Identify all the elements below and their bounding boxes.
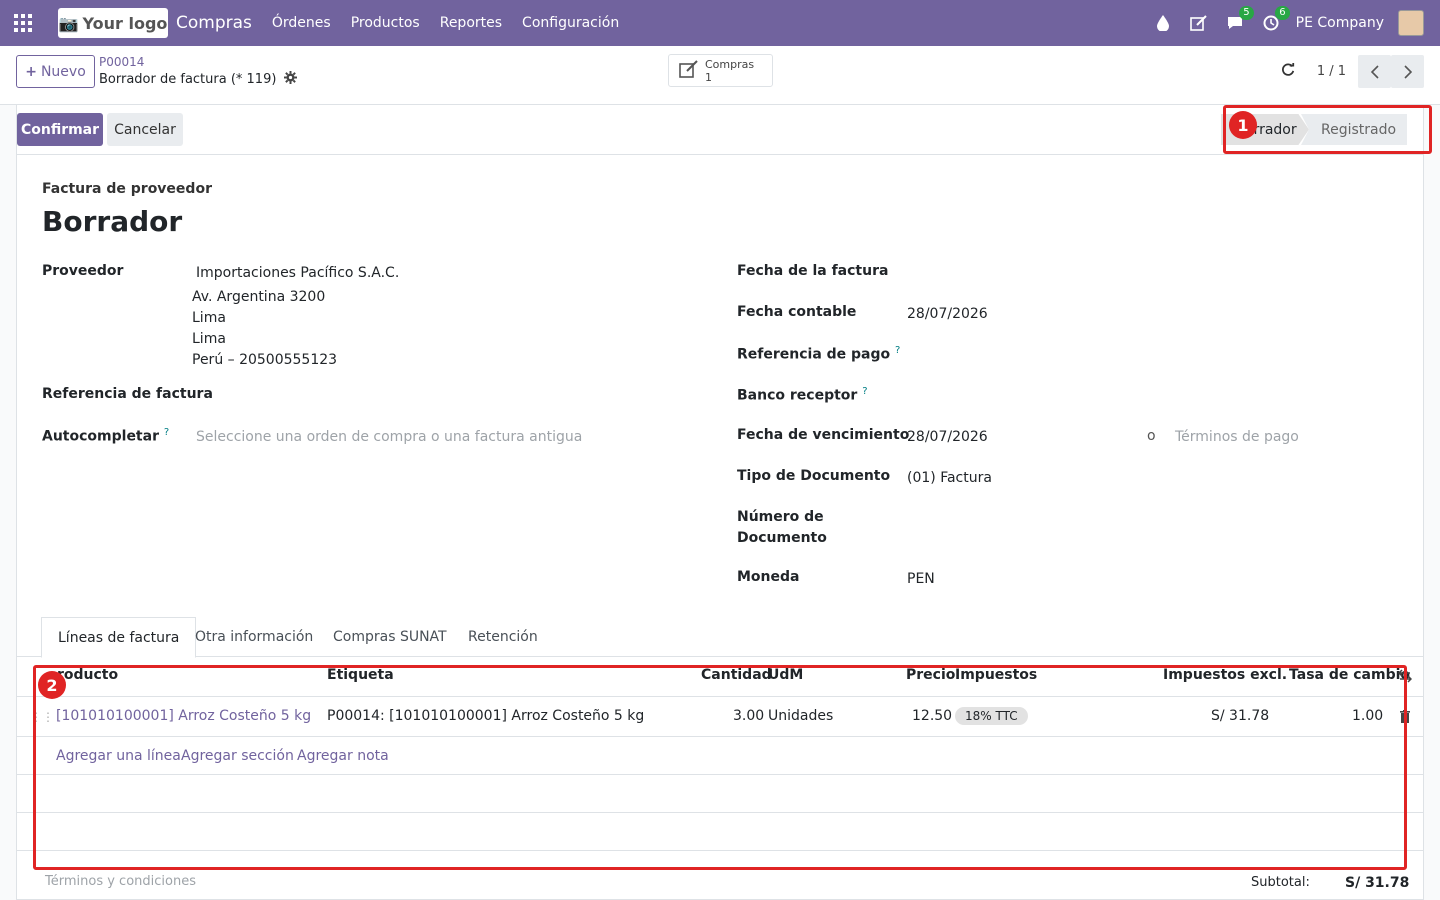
invoice-ref-label: Referencia de factura	[42, 386, 213, 402]
notebook-tabs: Líneas de factura Otra información Compr…	[17, 617, 1423, 658]
payment-terms-field[interactable]: Términos de pago	[1175, 429, 1299, 445]
invoice-date-label: Fecha de la factura	[737, 263, 889, 279]
smart-button-count: 1	[705, 70, 712, 84]
breadcrumb-parent[interactable]: P00014	[99, 55, 144, 69]
annotation-marker-2: 2	[38, 671, 66, 699]
payment-ref-label: Referencia de pago ?	[737, 345, 900, 363]
new-button[interactable]: + Nuevo	[16, 55, 95, 88]
vendor-field[interactable]: Importaciones Pacífico S.A.C.	[196, 265, 399, 281]
plus-icon: +	[25, 63, 37, 80]
autocomplete-field[interactable]: Seleccione una orden de compra o una fac…	[196, 429, 582, 445]
document-number-label: Número de	[737, 509, 824, 525]
chevron-right-icon	[1403, 64, 1412, 79]
vendor-label: Proveedor	[42, 263, 124, 279]
accounting-date-label: Fecha contable	[737, 304, 857, 320]
payment-ref-label-text: Referencia de pago	[737, 346, 891, 363]
tab-invoice-lines[interactable]: Líneas de factura	[41, 617, 197, 658]
smart-button-label: Compras	[705, 57, 755, 71]
accounting-date-field[interactable]: 28/07/2026	[907, 306, 988, 322]
company-switcher[interactable]: PE Company	[1296, 15, 1384, 31]
due-date-label: Fecha de vencimiento	[737, 427, 910, 443]
edit-document-icon	[679, 59, 699, 82]
vendor-address-line: Av. Argentina 3200	[192, 289, 326, 305]
document-number-label-2: Documento	[737, 530, 827, 546]
tab-other-info[interactable]: Otra información	[179, 617, 329, 657]
confirm-button[interactable]: Confirmar	[17, 113, 103, 146]
control-panel: + Nuevo P00014 Borrador de factura (* 11…	[0, 46, 1440, 105]
edit-icon[interactable]	[1188, 12, 1210, 34]
help-tooltip-icon[interactable]: ?	[862, 386, 867, 397]
vendor-address-line: Lima	[192, 331, 226, 347]
menu-ordenes[interactable]: Órdenes	[262, 15, 341, 31]
status-bar: Confirmar Cancelar orrador Registrado	[16, 105, 1424, 155]
menu-reportes[interactable]: Reportes	[430, 15, 512, 31]
subtotal-label: Subtotal:	[1251, 875, 1310, 890]
user-avatar[interactable]	[1398, 10, 1424, 36]
company-logo[interactable]: 📷 Your logo	[58, 8, 168, 38]
apps-menu-icon[interactable]	[0, 0, 46, 46]
autocomplete-label: Autocompletar ?	[42, 427, 169, 445]
chevron-left-icon	[1370, 64, 1379, 79]
activity-badge: 6	[1275, 6, 1290, 20]
autocomplete-label-text: Autocompletar	[42, 428, 159, 445]
chat-icon[interactable]: 5	[1224, 6, 1254, 34]
menu-configuracion[interactable]: Configuración	[512, 15, 629, 31]
annotation-marker-1: 1	[1229, 111, 1257, 139]
chat-badge: 5	[1239, 6, 1254, 20]
refresh-icon[interactable]	[1281, 62, 1295, 81]
bank-label: Banco receptor ?	[737, 386, 868, 404]
cancel-button[interactable]: Cancelar	[107, 113, 183, 146]
page-title: Borrador	[42, 205, 183, 238]
systray: 5 6 PE Company	[1152, 0, 1424, 46]
tab-retencion[interactable]: Retención	[452, 617, 554, 657]
activity-clock-icon[interactable]: 6	[1260, 6, 1290, 34]
logo-text: Your logo	[82, 13, 168, 33]
app-name[interactable]: Compras	[176, 13, 252, 33]
tab-compras-sunat[interactable]: Compras SUNAT	[317, 617, 463, 657]
menu-productos[interactable]: Productos	[341, 15, 430, 31]
top-navbar: 📷 Your logo Compras Órdenes Productos Re…	[0, 0, 1440, 46]
main-menu: Órdenes Productos Reportes Configuración	[262, 15, 629, 31]
document-type-field-label: Tipo de Documento	[737, 468, 891, 484]
pager-previous-button[interactable]	[1358, 55, 1391, 88]
currency-field[interactable]: PEN	[907, 571, 935, 587]
document-type-field[interactable]: (01) Factura	[907, 470, 992, 486]
pager-next-button[interactable]	[1391, 55, 1424, 88]
annotation-box-2	[33, 665, 1407, 870]
vendor-address-line: Lima	[192, 310, 226, 326]
currency-label: Moneda	[737, 569, 800, 585]
new-button-label: Nuevo	[40, 63, 86, 80]
breadcrumb-current: Borrador de factura (* 119)	[99, 71, 298, 88]
vendor-address-line: Perú – 20500555123	[192, 352, 338, 368]
bank-label-text: Banco receptor	[737, 387, 858, 404]
terms-conditions-field[interactable]: Términos y condiciones	[45, 874, 196, 889]
camera-icon: 📷	[58, 13, 79, 33]
or-label: o	[1147, 428, 1156, 444]
gear-icon[interactable]	[284, 71, 298, 88]
breadcrumb-current-label: Borrador de factura (* 119)	[99, 72, 277, 87]
pager-value[interactable]: 1 / 1	[1317, 64, 1346, 79]
pager: 1 / 1	[1281, 55, 1424, 88]
drop-icon[interactable]	[1152, 12, 1174, 34]
help-tooltip-icon[interactable]: ?	[895, 345, 900, 356]
purchases-smart-button[interactable]: Compras 1	[668, 54, 773, 87]
subtotal-value: S/ 31.78	[1345, 875, 1410, 891]
due-date-field[interactable]: 28/07/2026	[907, 429, 988, 445]
help-tooltip-icon[interactable]: ?	[164, 427, 169, 438]
document-type-label: Factura de proveedor	[42, 181, 212, 197]
